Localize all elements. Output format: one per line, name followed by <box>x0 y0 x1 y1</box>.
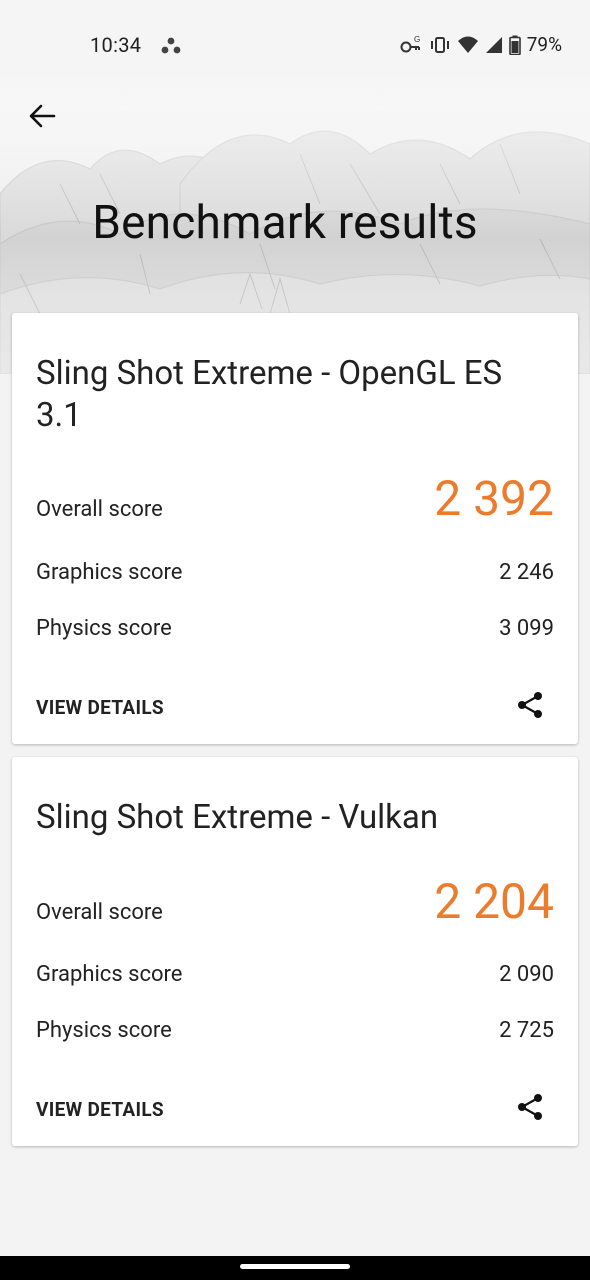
overall-score-label: Overall score <box>36 497 163 522</box>
share-icon[interactable] <box>514 689 546 721</box>
status-icons: G 79% <box>399 33 562 56</box>
page-title: Benchmark results <box>92 196 478 250</box>
overall-score-value: 2 204 <box>434 873 554 930</box>
arrow-back-icon[interactable] <box>24 98 60 134</box>
notification-dots-icon <box>161 37 181 54</box>
physics-score-value: 3 099 <box>499 616 554 641</box>
graphics-score-value: 2 090 <box>499 962 554 987</box>
result-card-opengl: Sling Shot Extreme - OpenGL ES 3.1 Overa… <box>12 313 578 744</box>
physics-score-label: Physics score <box>36 616 172 641</box>
svg-text:G: G <box>414 35 420 44</box>
graphics-score-label: Graphics score <box>36 560 183 585</box>
overall-score-label: Overall score <box>36 900 163 925</box>
overall-score-value: 2 392 <box>434 470 554 527</box>
vibrate-icon <box>430 36 449 53</box>
graphics-score-value: 2 246 <box>499 560 554 585</box>
share-icon[interactable] <box>514 1091 546 1123</box>
graphics-score-label: Graphics score <box>36 962 183 987</box>
key-icon: G <box>400 35 420 52</box>
result-card-vulkan: Sling Shot Extreme - Vulkan Overall scor… <box>12 757 578 1146</box>
view-details-button[interactable]: VIEW DETAILS <box>36 696 164 719</box>
battery-percent: 79% <box>526 33 562 56</box>
signal-icon <box>485 36 502 53</box>
wifi-icon <box>457 36 478 53</box>
view-details-button[interactable]: VIEW DETAILS <box>36 1098 164 1121</box>
home-gesture-handle[interactable] <box>240 1264 350 1269</box>
battery-icon <box>508 35 521 55</box>
physics-score-label: Physics score <box>36 1018 172 1043</box>
test-title: Sling Shot Extreme - OpenGL ES 3.1 <box>36 354 503 435</box>
status-time: 10:34 <box>90 33 142 57</box>
navigation-bar <box>0 1256 590 1280</box>
status-bar: 10:34 G 79% <box>0 0 590 74</box>
physics-score-value: 2 725 <box>499 1018 554 1043</box>
test-title: Sling Shot Extreme - Vulkan <box>36 798 439 837</box>
